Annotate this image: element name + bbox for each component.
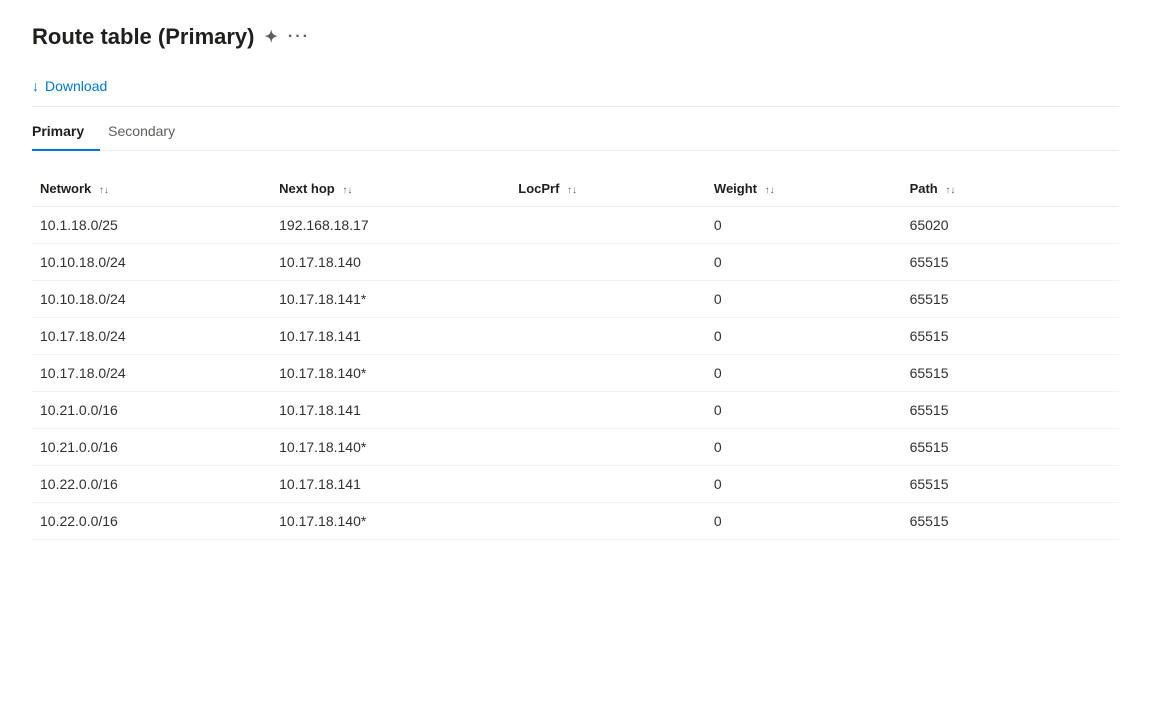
cell-path: 65515	[902, 318, 1119, 355]
pin-icon[interactable]: ✦	[265, 27, 278, 47]
cell-weight: 0	[706, 429, 902, 466]
table-row: 10.1.18.0/25192.168.18.17 065020	[32, 207, 1119, 244]
table-row: 10.10.18.0/2410.17.18.140 065515	[32, 244, 1119, 281]
sort-icon-network: ↑↓	[99, 185, 109, 196]
cell-locprf	[510, 244, 706, 281]
cell-nexthop: 192.168.18.17	[271, 207, 510, 244]
table-row: 10.22.0.0/1610.17.18.140* 065515	[32, 503, 1119, 540]
cell-weight: 0	[706, 244, 902, 281]
cell-weight: 0	[706, 466, 902, 503]
tabs-container: Primary Secondary	[32, 115, 1119, 151]
cell-weight: 0	[706, 207, 902, 244]
sort-icon-weight: ↑↓	[765, 185, 775, 196]
cell-locprf	[510, 207, 706, 244]
table-row: 10.21.0.0/1610.17.18.140* 065515	[32, 429, 1119, 466]
table-row: 10.10.18.0/2410.17.18.141* 065515	[32, 281, 1119, 318]
cell-locprf	[510, 318, 706, 355]
cell-path: 65515	[902, 503, 1119, 540]
table-header-row: Network ↑↓ Next hop ↑↓ LocPrf ↑↓ Weight …	[32, 171, 1119, 207]
table-row: 10.21.0.0/1610.17.18.141 065515	[32, 392, 1119, 429]
cell-weight: 0	[706, 281, 902, 318]
cell-nexthop: 10.17.18.141*	[271, 281, 510, 318]
cell-nexthop: 10.17.18.140*	[271, 355, 510, 392]
cell-path: 65515	[902, 244, 1119, 281]
col-header-network[interactable]: Network ↑↓	[32, 171, 271, 207]
sort-icon-path: ↑↓	[945, 185, 955, 196]
sort-icon-locprf: ↑↓	[567, 185, 577, 196]
cell-network: 10.17.18.0/24	[32, 355, 271, 392]
cell-network: 10.21.0.0/16	[32, 392, 271, 429]
cell-locprf	[510, 281, 706, 318]
toolbar: ↓ Download	[32, 74, 1119, 107]
cell-path: 65515	[902, 355, 1119, 392]
col-header-locprf[interactable]: LocPrf ↑↓	[510, 171, 706, 207]
cell-locprf	[510, 503, 706, 540]
col-header-nexthop[interactable]: Next hop ↑↓	[271, 171, 510, 207]
cell-locprf	[510, 429, 706, 466]
cell-nexthop: 10.17.18.140*	[271, 429, 510, 466]
cell-locprf	[510, 466, 706, 503]
cell-path: 65515	[902, 429, 1119, 466]
tab-secondary[interactable]: Secondary	[108, 115, 191, 151]
download-icon: ↓	[32, 78, 39, 94]
sort-icon-nexthop: ↑↓	[342, 185, 352, 196]
cell-nexthop: 10.17.18.141	[271, 466, 510, 503]
download-label: Download	[45, 78, 107, 94]
cell-nexthop: 10.17.18.141	[271, 318, 510, 355]
cell-nexthop: 10.17.18.141	[271, 392, 510, 429]
cell-network: 10.10.18.0/24	[32, 244, 271, 281]
cell-weight: 0	[706, 392, 902, 429]
cell-path: 65020	[902, 207, 1119, 244]
cell-network: 10.1.18.0/25	[32, 207, 271, 244]
table-row: 10.17.18.0/2410.17.18.140* 065515	[32, 355, 1119, 392]
cell-path: 65515	[902, 466, 1119, 503]
tab-primary[interactable]: Primary	[32, 115, 100, 151]
cell-path: 65515	[902, 392, 1119, 429]
col-header-weight[interactable]: Weight ↑↓	[706, 171, 902, 207]
col-header-path[interactable]: Path ↑↓	[902, 171, 1119, 207]
cell-network: 10.22.0.0/16	[32, 503, 271, 540]
download-button[interactable]: ↓ Download	[32, 74, 107, 98]
page-title-container: Route table (Primary) ✦ ···	[32, 24, 1119, 50]
more-options-icon[interactable]: ···	[288, 28, 310, 46]
cell-weight: 0	[706, 318, 902, 355]
cell-locprf	[510, 355, 706, 392]
cell-network: 10.10.18.0/24	[32, 281, 271, 318]
cell-weight: 0	[706, 355, 902, 392]
route-table: Network ↑↓ Next hop ↑↓ LocPrf ↑↓ Weight …	[32, 171, 1119, 540]
page-title: Route table (Primary)	[32, 24, 255, 50]
cell-network: 10.21.0.0/16	[32, 429, 271, 466]
cell-network: 10.17.18.0/24	[32, 318, 271, 355]
cell-locprf	[510, 392, 706, 429]
cell-network: 10.22.0.0/16	[32, 466, 271, 503]
cell-weight: 0	[706, 503, 902, 540]
cell-nexthop: 10.17.18.140	[271, 244, 510, 281]
table-row: 10.17.18.0/2410.17.18.141 065515	[32, 318, 1119, 355]
cell-path: 65515	[902, 281, 1119, 318]
table-row: 10.22.0.0/1610.17.18.141 065515	[32, 466, 1119, 503]
cell-nexthop: 10.17.18.140*	[271, 503, 510, 540]
